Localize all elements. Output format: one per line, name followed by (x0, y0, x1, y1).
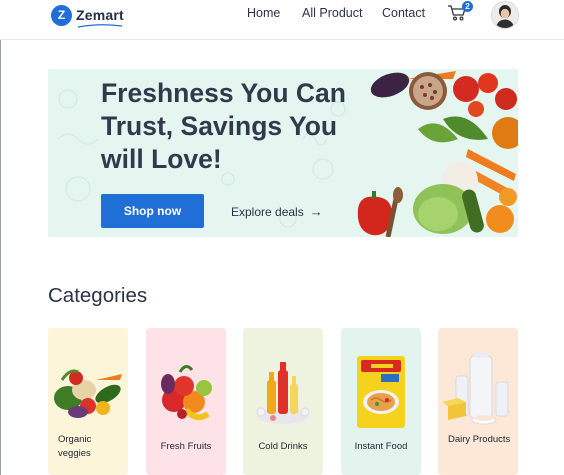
hero-banner: Freshness You Can Trust, Savings You wil… (48, 69, 518, 237)
cold-drinks-image (256, 362, 310, 424)
organic-veggies-image (54, 369, 122, 418)
category-card-organic-veggies[interactable]: Organic veggies (48, 328, 128, 475)
hero-vegetables-image (357, 71, 518, 237)
category-card-dairy-products[interactable]: Dairy Products (438, 328, 518, 475)
category-card-instant-food[interactable]: Instant Food (341, 328, 421, 475)
category-card-fresh-fruits[interactable]: Fresh Fruits (146, 328, 226, 475)
explore-deals-link[interactable]: Explore deals → (231, 204, 323, 219)
logo-mark-icon: Z (51, 4, 72, 26)
explore-deals-label: Explore deals (231, 204, 304, 219)
brand-name: Zemart (76, 7, 124, 23)
hero-title: Freshness You Can Trust, Savings You wil… (101, 78, 346, 174)
shop-now-button[interactable]: Shop now (101, 194, 204, 228)
cart-count-badge: 2 (462, 1, 473, 12)
dairy-products-image (442, 352, 509, 425)
user-avatar[interactable] (491, 1, 519, 29)
logo-swoosh-icon (77, 24, 123, 28)
instant-food-image (357, 356, 405, 428)
brand-logo[interactable]: Z Zemart (51, 4, 124, 28)
nav-all-product[interactable]: All Product (302, 6, 362, 20)
categories-title: Categories (48, 284, 148, 307)
fresh-fruits-image (161, 365, 212, 421)
category-label: Cold Drinks (258, 441, 308, 452)
nav-home[interactable]: Home (247, 6, 280, 20)
category-label: Dairy Products (448, 434, 511, 445)
category-label: Organic veggies (58, 434, 92, 459)
site-header: Z Zemart Home All Product Contact 2 (0, 0, 564, 40)
arrow-right-icon: → (309, 204, 323, 219)
category-card-cold-drinks[interactable]: Cold Drinks (243, 328, 323, 475)
category-label: Fresh Fruits (160, 441, 212, 452)
avatar-image (492, 2, 518, 28)
nav-contact[interactable]: Contact (382, 6, 425, 20)
window-edge (0, 0, 1, 475)
category-label: Instant Food (354, 441, 408, 452)
